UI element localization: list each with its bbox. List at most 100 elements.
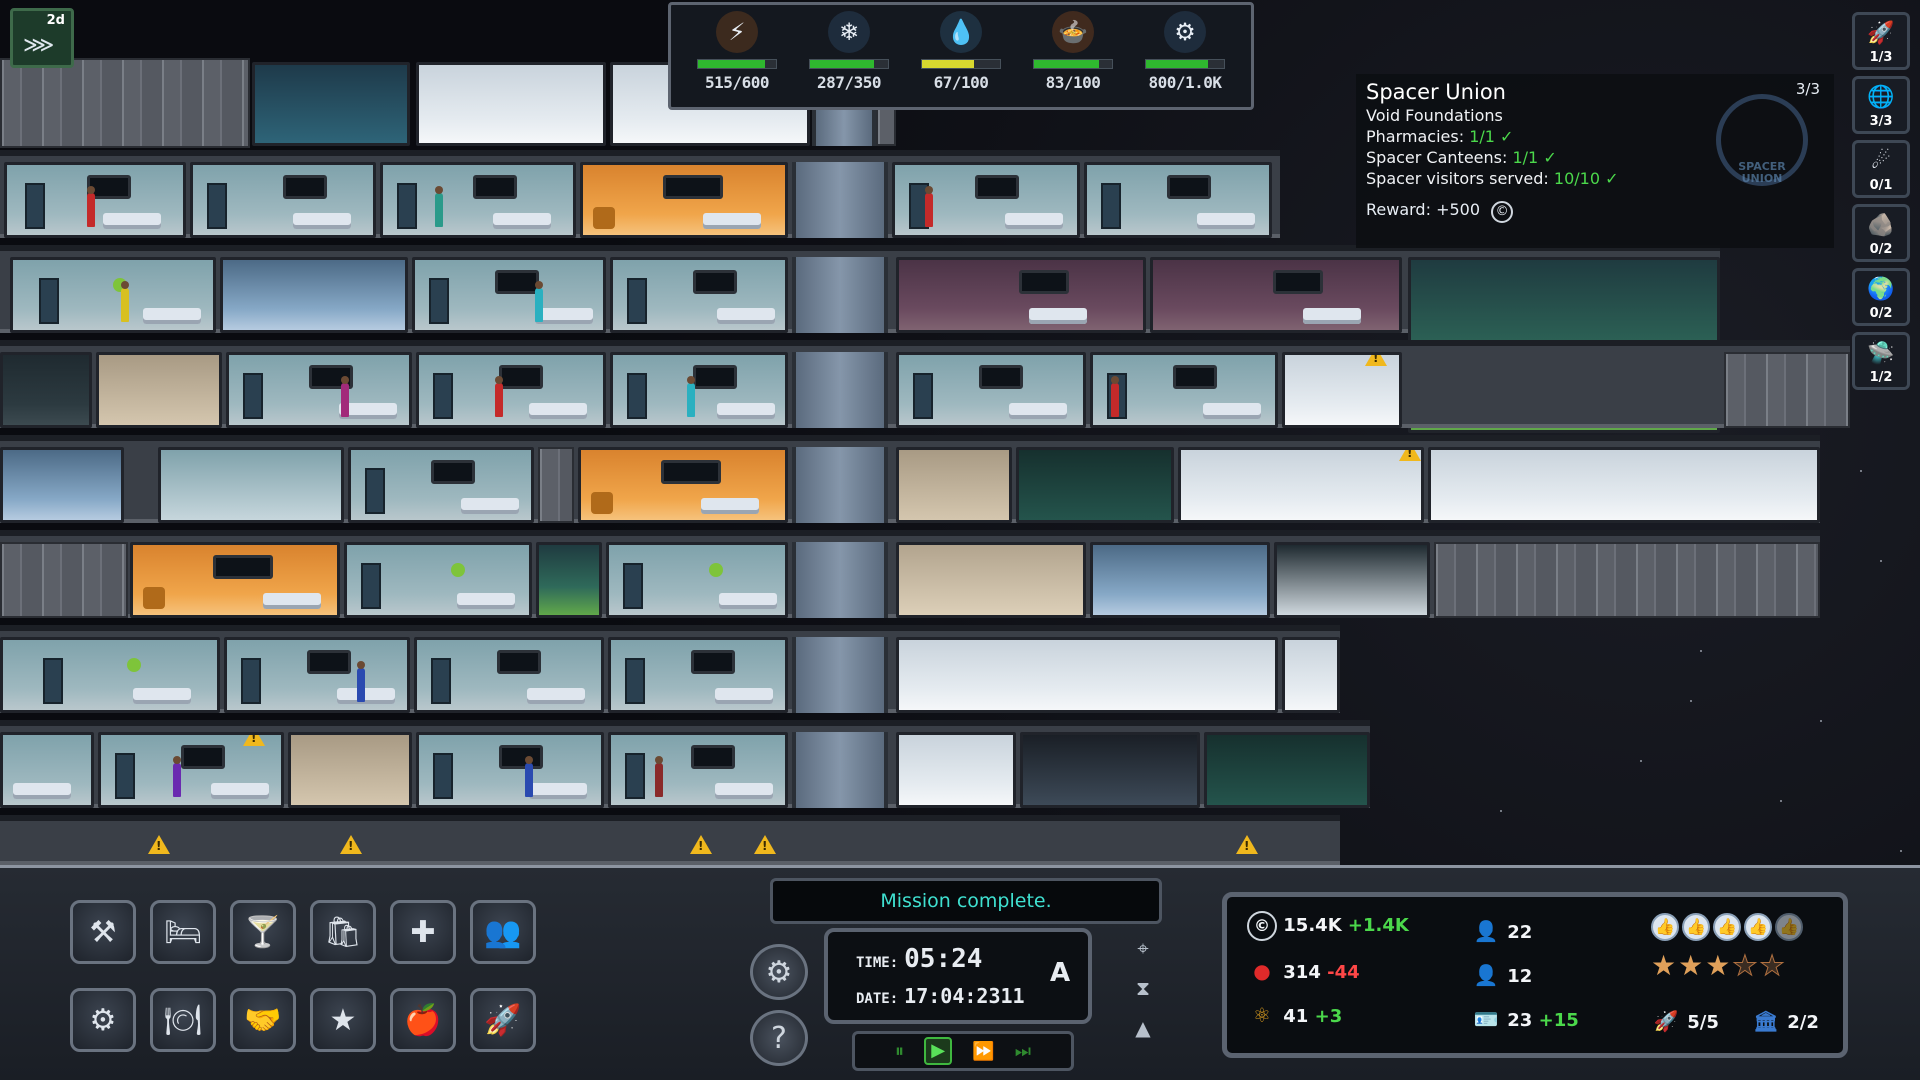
build-quarters-button[interactable]: 🛏 <box>150 900 216 964</box>
settings-button[interactable]: ⚙ <box>750 944 808 1000</box>
room-quarters[interactable] <box>416 352 606 428</box>
elevator-shaft[interactable] <box>792 352 888 428</box>
build-dining-button[interactable]: 🍽 <box>150 988 216 1052</box>
room-vip-quarters[interactable] <box>1150 257 1402 333</box>
room-quarters[interactable] <box>348 447 534 523</box>
ships-stat[interactable]: 🚀 5/5 <box>1651 1009 1719 1033</box>
room-hangar[interactable] <box>252 62 410 146</box>
side-mission-button[interactable]: ☄ 0/1 <box>1852 140 1910 198</box>
room-control-center[interactable] <box>220 257 408 333</box>
room-storage[interactable] <box>1274 542 1430 618</box>
room-luxury-quarters[interactable] <box>130 542 340 618</box>
build-docking-button[interactable]: 🚀 <box>470 988 536 1052</box>
alert-button[interactable]: ▲ <box>1130 1016 1156 1042</box>
room-quarters[interactable] <box>1090 352 1278 428</box>
room-quarters[interactable] <box>226 352 412 428</box>
build-medical-button[interactable]: ✚ <box>390 900 456 964</box>
resource-life-support[interactable]: ❄ 287/350 <box>801 11 897 101</box>
room-luxury-quarters[interactable] <box>578 447 788 523</box>
visitors-stat[interactable]: 🪪 23 +15 <box>1471 1007 1579 1031</box>
build-food-production-button[interactable]: 🍎 <box>390 988 456 1052</box>
build-systems-button[interactable]: ⚙ <box>70 988 136 1052</box>
room-quarters[interactable] <box>412 257 606 333</box>
room-quarters[interactable] <box>344 542 532 618</box>
room-airlock[interactable] <box>0 352 92 428</box>
target-button[interactable]: ⌖ <box>1130 936 1156 962</box>
elevator-shaft[interactable] <box>792 257 888 333</box>
food-stat[interactable]: ● 314 -44 <box>1247 959 1359 983</box>
room-quarters[interactable] <box>610 352 788 428</box>
room-luxury-quarters[interactable] <box>580 162 788 238</box>
room-reactor[interactable] <box>0 447 124 523</box>
help-button[interactable]: ? <box>750 1010 808 1066</box>
room-quarters[interactable] <box>608 637 788 713</box>
build-trade-button[interactable]: 🤝 <box>230 988 296 1052</box>
build-build-tools-button[interactable]: ⚒ <box>70 900 136 964</box>
room-lounge[interactable] <box>896 637 1278 713</box>
side-mission-button[interactable]: 🛸 1/2 <box>1852 332 1910 390</box>
elevator-shaft[interactable] <box>792 162 888 238</box>
crew-stat-b[interactable]: 👤 12 <box>1471 963 1533 987</box>
pause-button[interactable]: ⏸ <box>895 1041 904 1062</box>
resource-power[interactable]: ⚡ 515/600 <box>689 11 785 101</box>
hourglass-button[interactable]: ⧗ <box>1130 976 1156 1002</box>
crew-stat-a[interactable]: 👤 22 <box>1471 919 1533 943</box>
side-mission-button[interactable]: 🚀 1/3 <box>1852 12 1910 70</box>
room-quarters[interactable] <box>98 732 284 808</box>
room-vip-quarters[interactable] <box>896 257 1146 333</box>
elevator-shaft[interactable] <box>792 637 888 713</box>
fast-forward-button[interactable]: ⏩ <box>972 1041 994 1062</box>
credits-stat[interactable]: © 15.4K +1.4K <box>1247 911 1409 941</box>
elevator-shaft[interactable] <box>792 732 888 808</box>
room-quarters[interactable] <box>610 257 788 333</box>
room-quarters[interactable] <box>190 162 376 238</box>
elevator-shaft[interactable] <box>792 447 888 523</box>
room-quarters[interactable] <box>224 637 410 713</box>
capacity-stat[interactable]: 🏛 2/2 <box>1751 1009 1819 1033</box>
room-storage[interactable] <box>96 352 222 428</box>
mission-panel[interactable]: SPACER UNION Spacer Union 3/3 Void Found… <box>1356 74 1834 248</box>
room-storage[interactable] <box>1178 447 1424 523</box>
fastest-button[interactable]: ⏭ <box>1015 1041 1031 1062</box>
room-storage[interactable] <box>288 732 412 808</box>
room-quarters[interactable] <box>608 732 788 808</box>
resource-crew-capacity[interactable]: ⚙ 800/1.0K <box>1137 11 1233 101</box>
room-canteen[interactable] <box>158 447 344 523</box>
room-quarters[interactable] <box>892 162 1080 238</box>
research-stat[interactable]: ⚛ 41 +3 <box>1247 1003 1342 1027</box>
room-airlock[interactable] <box>1020 732 1200 808</box>
build-crew-button[interactable]: 👥 <box>470 900 536 964</box>
room-garden[interactable] <box>536 542 602 618</box>
station-star-rating[interactable]: ★★★★★ <box>1651 949 1787 983</box>
auto-button[interactable]: A <box>1042 958 1078 994</box>
room-bridge[interactable] <box>416 62 606 146</box>
room-quarters[interactable] <box>414 637 604 713</box>
satisfaction-rating[interactable]: 👍 👍 👍 👍 👍 <box>1651 913 1806 941</box>
resource-food[interactable]: 🍲 83/100 <box>1025 11 1121 101</box>
room-quarters[interactable] <box>10 257 216 333</box>
room-clinic[interactable] <box>1204 732 1370 808</box>
room-quarters[interactable] <box>606 542 788 618</box>
room-clinic[interactable] <box>1016 447 1174 523</box>
room-storage[interactable] <box>896 732 1016 808</box>
side-mission-button[interactable]: 🌐 3/3 <box>1852 76 1910 134</box>
room-quarters[interactable] <box>1084 162 1272 238</box>
play-button[interactable]: ▶ <box>924 1037 953 1065</box>
day-counter[interactable]: 2d ⋙ <box>10 8 74 68</box>
side-mission-button[interactable]: 🪨 0/2 <box>1852 204 1910 262</box>
room-security-office[interactable] <box>896 542 1086 618</box>
room-spacer-canteen[interactable] <box>1428 447 1820 523</box>
room-lab[interactable] <box>1090 542 1270 618</box>
build-special-button[interactable]: ★ <box>310 988 376 1052</box>
room-pharmacy[interactable] <box>896 447 1012 523</box>
room-quarters[interactable] <box>380 162 576 238</box>
room-storage[interactable] <box>1282 352 1402 428</box>
room-quarters[interactable] <box>0 732 94 808</box>
elevator-shaft[interactable] <box>792 542 888 618</box>
room-quarters[interactable] <box>4 162 186 238</box>
room-quarters[interactable] <box>0 637 220 713</box>
build-bar-button[interactable]: 🍸 <box>230 900 296 964</box>
side-mission-button[interactable]: 🌍 0/2 <box>1852 268 1910 326</box>
build-shop-button[interactable]: 🛍 <box>310 900 376 964</box>
room-quarters[interactable] <box>416 732 604 808</box>
